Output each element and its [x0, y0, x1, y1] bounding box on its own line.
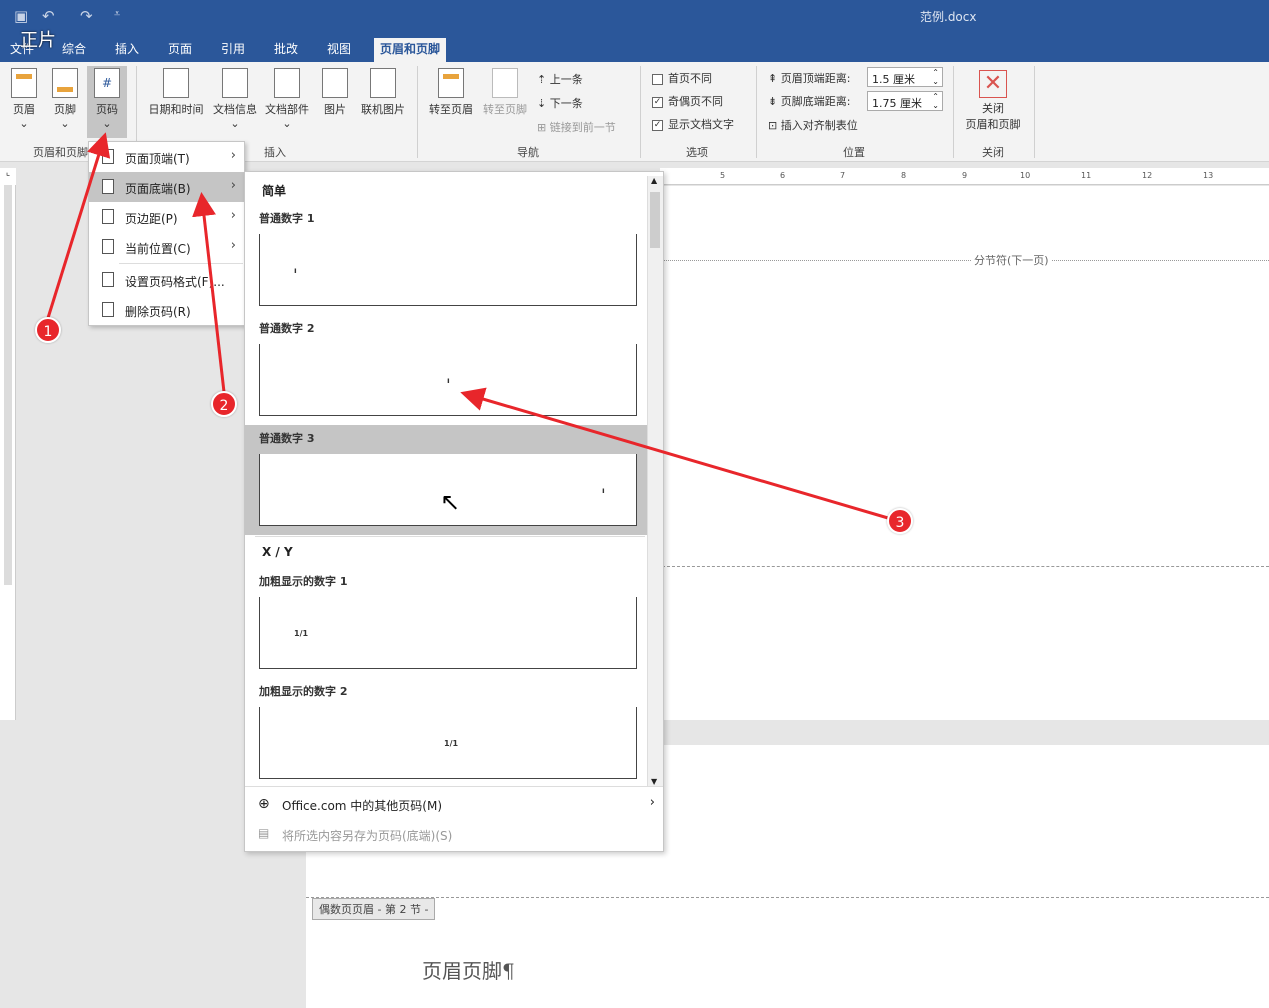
- arrow-1: [46, 132, 111, 319]
- arrow-3: [460, 387, 889, 520]
- watermark-text: 正片: [20, 30, 56, 51]
- annotation-marker-2: 2: [211, 391, 237, 417]
- annotation-marker-3: 3: [887, 508, 913, 534]
- annotation-arrows: [46, 132, 889, 520]
- arrow-2: [192, 192, 226, 393]
- annotation-marker-1: 1: [35, 317, 61, 343]
